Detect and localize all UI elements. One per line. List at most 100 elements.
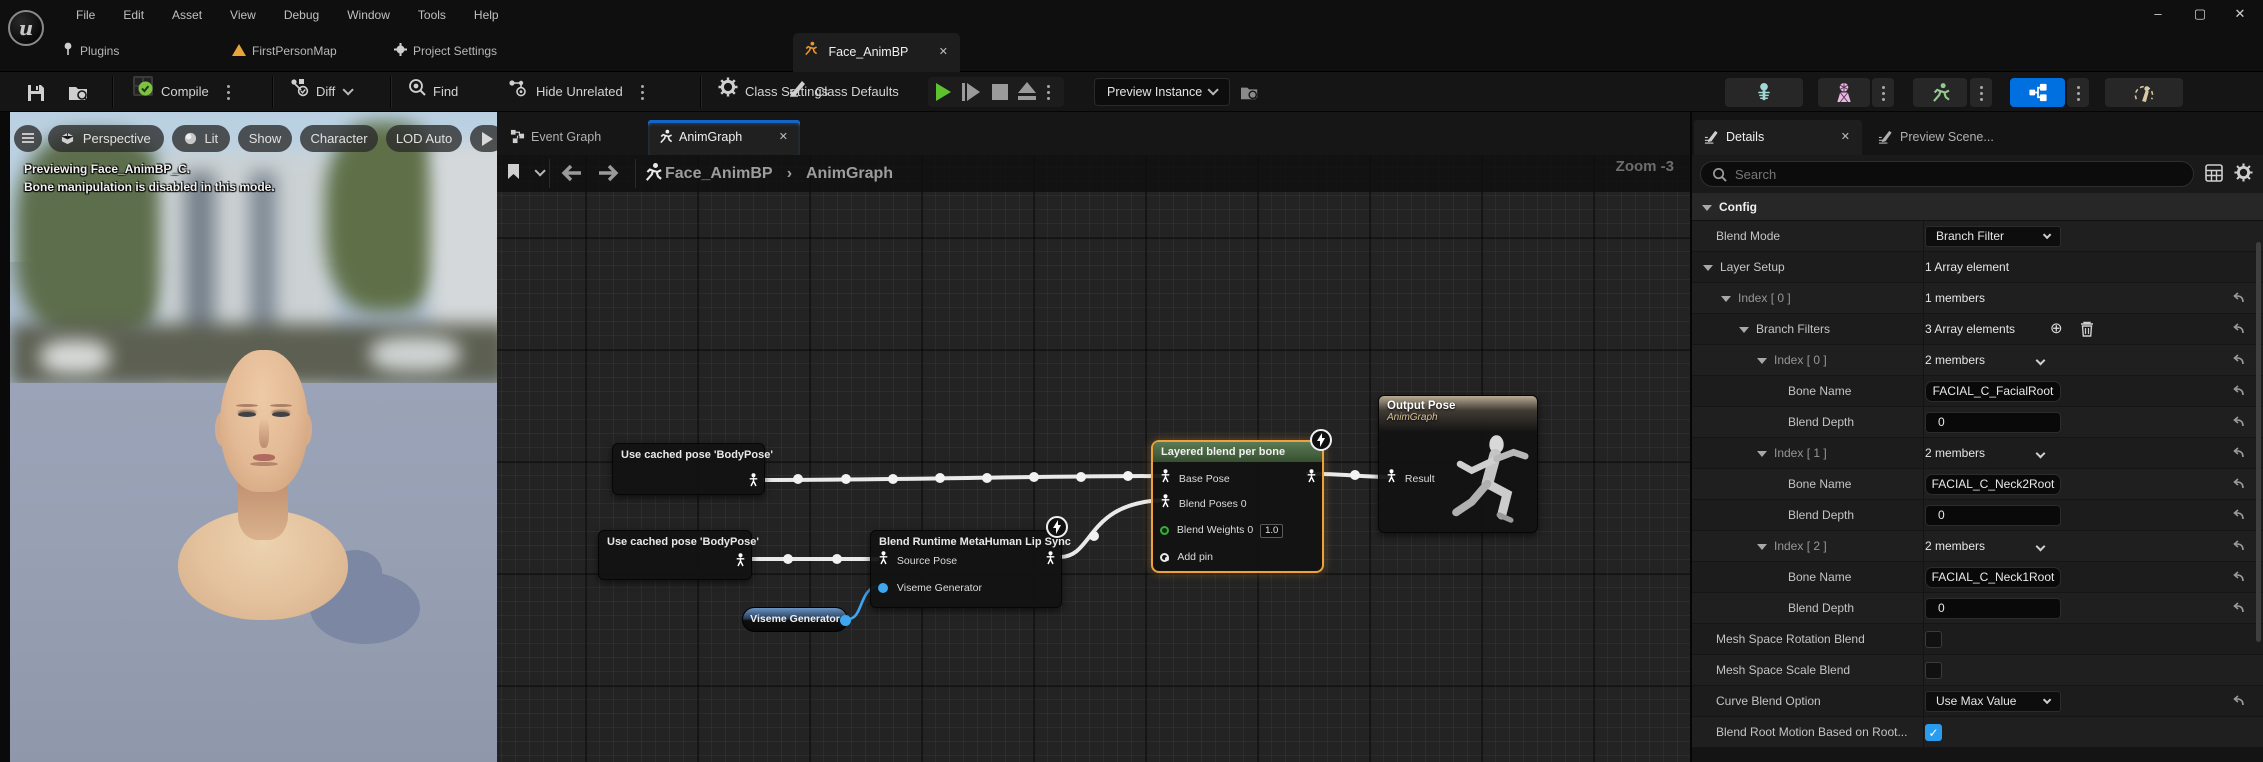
compile-options-icon[interactable] [226, 82, 230, 103]
details-row-label[interactable]: Index [ 2 ] [1692, 531, 1924, 562]
shortcut-plugins[interactable]: Plugins [62, 39, 119, 63]
reset-to-default-icon[interactable] [2231, 601, 2247, 617]
details-row-label[interactable]: Layer Setup [1692, 252, 1924, 283]
mesh-mode-options-icon[interactable] [1872, 78, 1894, 107]
shortcut-first-person-map[interactable]: FirstPersonMap [232, 39, 337, 63]
details-row-label[interactable]: Index [ 1 ] [1692, 438, 1924, 469]
reset-to-default-icon[interactable] [2231, 384, 2247, 400]
details-dropdown[interactable]: Branch Filter [1925, 226, 2061, 247]
tab-close-icon[interactable]: ✕ [939, 33, 948, 72]
blend-poses-pin[interactable]: Blend Poses 0 [1160, 494, 1247, 512]
display-filter-icon[interactable] [2205, 164, 2223, 187]
play-button[interactable] [936, 83, 951, 101]
reset-to-default-icon[interactable] [2231, 415, 2247, 431]
node-lip-sync[interactable]: Blend Runtime MetaHuman Lip Sync Source … [870, 530, 1062, 608]
result-pin[interactable]: Result [1386, 469, 1435, 487]
details-text-field[interactable]: FACIAL_C_Neck2Root [1925, 474, 2061, 495]
compile-button[interactable]: Compile [132, 72, 230, 112]
details-row-label[interactable]: Branch Filters [1692, 314, 1924, 345]
find-button[interactable]: Find [408, 72, 458, 112]
viseme-generator-pin[interactable]: Viseme Generator [878, 579, 982, 597]
mesh-mode-button[interactable] [1818, 78, 1870, 107]
checkbox-checked[interactable]: ✓ [1925, 724, 1942, 741]
search-box[interactable] [1700, 161, 2194, 187]
save-button[interactable] [26, 72, 46, 112]
menu-debug[interactable]: Debug [284, 0, 319, 30]
add-array-element-icon[interactable]: ⊕ [2050, 319, 2063, 337]
viewport-lit-dropdown[interactable]: Lit [172, 125, 230, 152]
reset-to-default-icon[interactable] [2231, 539, 2247, 555]
menu-edit[interactable]: Edit [123, 0, 144, 30]
menu-asset[interactable]: Asset [172, 0, 202, 30]
hide-unrelated-button[interactable]: Hide Unrelated [508, 72, 644, 112]
checkbox-unchecked[interactable] [1925, 662, 1942, 679]
pose-output-pin[interactable] [748, 473, 759, 492]
details-dropdown[interactable]: Use Max Value [1925, 691, 2061, 712]
skeleton-mode-button[interactable] [1725, 78, 1803, 107]
details-row-label[interactable]: Index [ 0 ] [1692, 345, 1924, 376]
details-text-field[interactable]: FACIAL_C_Neck1Root [1925, 567, 2061, 588]
menu-view[interactable]: View [230, 0, 256, 30]
details-text-field[interactable]: 0 [1925, 598, 2061, 619]
base-pose-pin[interactable]: Base Pose [1160, 469, 1230, 487]
blend-weights-pin[interactable]: Blend Weights 0 1.0 [1160, 521, 1283, 539]
reset-to-default-icon[interactable] [2231, 291, 2247, 307]
node-output-pose[interactable]: Output Pose AnimGraph Result [1378, 395, 1538, 533]
viewport-menu-button[interactable] [14, 125, 42, 152]
tab-details[interactable]: Details ✕ [1694, 120, 1862, 155]
diff-button[interactable]: Diff [290, 72, 350, 112]
preview-viewport[interactable]: Perspective Lit Show Character LOD Auto … [10, 112, 497, 762]
pose-output-pin[interactable] [1045, 551, 1056, 570]
stop-button[interactable] [992, 84, 1008, 100]
physics-mode-button[interactable] [2105, 78, 2183, 107]
browse-preview-button[interactable] [1240, 72, 1260, 112]
node-layered-blend[interactable]: Layered blend per bone Base Pose Blend P… [1151, 440, 1324, 573]
class-defaults-button[interactable]: Class Defaults [788, 72, 899, 112]
reset-to-default-icon[interactable] [2231, 477, 2247, 493]
delete-array-icon[interactable] [2080, 321, 2094, 342]
reset-to-default-icon[interactable] [2231, 446, 2247, 462]
blueprint-mode-button[interactable] [2010, 78, 2065, 107]
menu-window[interactable]: Window [347, 0, 390, 30]
viseme-var-output-pin[interactable] [840, 615, 851, 626]
details-text-field[interactable]: 0 [1925, 505, 2061, 526]
details-text-field[interactable]: 0 [1925, 412, 2061, 433]
animation-mode-options-icon[interactable] [1970, 78, 1992, 107]
menu-file[interactable]: File [76, 0, 95, 30]
animation-mode-button[interactable] [1913, 78, 1967, 107]
play-options-icon[interactable] [1046, 82, 1050, 103]
details-section-config[interactable]: Config [1692, 193, 2263, 221]
maximize-button[interactable]: ▢ [2183, 2, 2217, 26]
search-input[interactable] [1735, 163, 2175, 185]
blueprint-mode-options-icon[interactable] [2067, 78, 2089, 107]
menu-tools[interactable]: Tools [418, 0, 446, 30]
reset-to-default-icon[interactable] [2231, 570, 2247, 586]
menu-help[interactable]: Help [474, 0, 499, 30]
add-pin-button[interactable]: Add pin [1160, 548, 1213, 566]
viewport-character-dropdown[interactable]: Character [300, 125, 378, 152]
checkbox-unchecked[interactable] [1925, 631, 1942, 648]
details-scrollbar[interactable] [2256, 242, 2261, 642]
node-cached-pose-b[interactable]: Use cached pose 'BodyPose' [598, 530, 752, 580]
details-text-field[interactable]: FACIAL_C_FacialRoot [1925, 381, 2061, 402]
tab-details-close-icon[interactable]: ✕ [1841, 120, 1850, 155]
preview-instance-dropdown[interactable]: Preview Instance [1094, 78, 1230, 106]
viewport-expand-button[interactable] [470, 125, 497, 152]
hide-unrelated-options-icon[interactable] [640, 82, 644, 103]
close-button[interactable]: ✕ [2223, 2, 2257, 26]
browse-asset-button[interactable] [68, 72, 90, 112]
minimize-button[interactable]: – [2141, 2, 2175, 26]
tab-face-animbp[interactable]: Face_AnimBP ✕ [793, 33, 960, 72]
node-cached-pose-a[interactable]: Use cached pose 'BodyPose' [612, 443, 765, 495]
reset-to-default-icon[interactable] [2231, 353, 2247, 369]
details-row-label[interactable]: Index [ 0 ] [1692, 283, 1924, 314]
viewport-lod-dropdown[interactable]: LOD Auto [386, 125, 462, 152]
viewport-perspective-dropdown[interactable]: Perspective [48, 125, 164, 152]
viewport-show-dropdown[interactable]: Show [238, 125, 292, 152]
reset-to-default-icon[interactable] [2231, 694, 2247, 710]
node-viseme-generator-var[interactable]: Viseme Generator [742, 607, 848, 632]
pose-output-pin[interactable] [1306, 469, 1317, 488]
blend-weight-value[interactable]: 1.0 [1260, 524, 1283, 538]
pose-output-pin[interactable] [735, 553, 746, 572]
reset-to-default-icon[interactable] [2231, 322, 2247, 338]
